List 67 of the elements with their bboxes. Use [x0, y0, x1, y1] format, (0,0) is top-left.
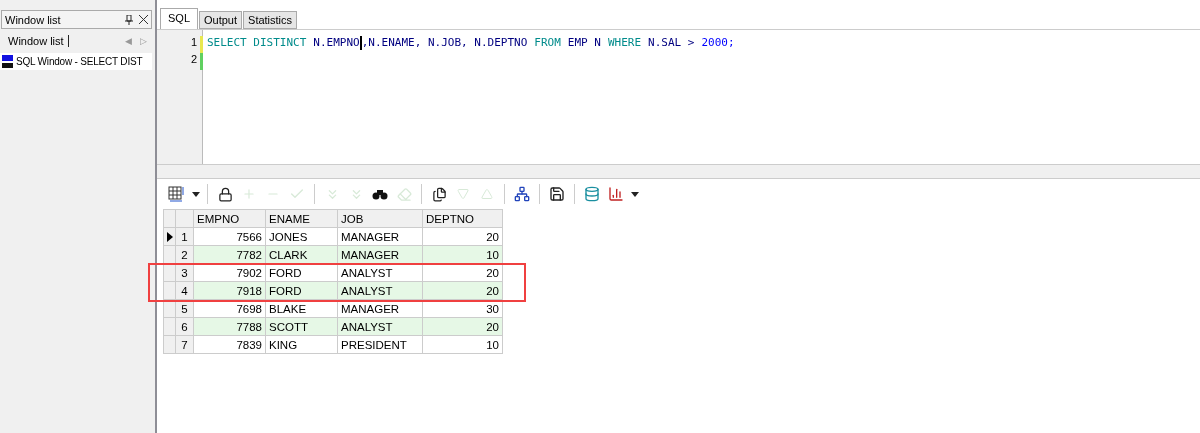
table-cell: 7839 [194, 336, 266, 354]
table-cell: 10 [423, 336, 503, 354]
table-cell: KING [266, 336, 338, 354]
row-indicator[interactable] [164, 228, 176, 246]
current-row-icon [166, 231, 173, 242]
tab[interactable]: Output [199, 11, 243, 29]
tree-icon [514, 186, 530, 202]
code-token: N.EMPNO [313, 36, 360, 51]
table-cell: FORD [266, 282, 338, 300]
table-cell: JONES [266, 228, 338, 246]
column-header[interactable]: ENAME [266, 210, 338, 228]
table-cell: 10 [423, 246, 503, 264]
down-triangle-icon [457, 188, 469, 200]
row-number: 4 [176, 282, 194, 300]
line-number: 2 [157, 53, 203, 70]
table-cell: ANALYST [338, 282, 423, 300]
table-cell: MANAGER [338, 246, 423, 264]
code-token: N.SAL > [648, 36, 695, 51]
table-cell: 7788 [194, 318, 266, 336]
code-token: EMP N [567, 36, 601, 51]
caret-icon [191, 191, 200, 197]
code-token: WHERE [607, 36, 642, 51]
documents-icon [431, 186, 447, 202]
window-list-tab[interactable]: Window list [8, 35, 69, 47]
toolbar-button[interactable] [547, 184, 567, 204]
toolbar-button[interactable] [512, 184, 532, 204]
close-icon[interactable] [139, 12, 148, 27]
row-number: 6 [176, 318, 194, 336]
pin-icon[interactable] [125, 14, 133, 25]
bar-chart-icon [608, 186, 624, 202]
line-number: 1 [157, 36, 203, 53]
save-icon [549, 186, 565, 202]
table-cell: CLARK [266, 246, 338, 264]
panel-title: Window list [5, 13, 62, 26]
table-cell: 20 [423, 282, 503, 300]
binoculars-icon [372, 188, 388, 200]
column-header[interactable]: EMPNO [194, 210, 266, 228]
table-cell: SCOTT [266, 318, 338, 336]
up-triangle-icon [481, 188, 493, 200]
eraser-icon [396, 186, 412, 202]
table-cell: 20 [423, 228, 503, 246]
column-header[interactable]: JOB [338, 210, 423, 228]
caret-icon [630, 191, 639, 197]
table-cell: ANALYST [338, 318, 423, 336]
tab[interactable]: Statistics [243, 11, 298, 29]
table-cell: 7566 [194, 228, 266, 246]
grid-icon [168, 186, 186, 202]
table-cell: 20 [423, 318, 503, 336]
code-token: 2000; [701, 36, 735, 51]
code-token: ,N.ENAME, N.JOB, N.DEPTNO [361, 36, 528, 51]
text-cursor [359, 36, 362, 50]
table-cell: 7918 [194, 282, 266, 300]
tab[interactable]: SQL [160, 8, 198, 29]
row-number: 1 [176, 228, 194, 246]
table-cell: 7782 [194, 246, 266, 264]
window-icon [2, 55, 13, 68]
database-icon [584, 186, 600, 202]
window-list-item[interactable]: SQL Window - SELECT DIST [0, 53, 152, 70]
table-cell: PRESIDENT [338, 336, 423, 354]
lock-icon [217, 186, 233, 202]
code-token: FROM [534, 36, 561, 51]
plus-icon [242, 187, 256, 201]
table-cell: MANAGER [338, 228, 423, 246]
row-number: 2 [176, 246, 194, 264]
code-token: SELECT DISTINCT [207, 36, 307, 51]
column-header[interactable]: DEPTNO [423, 210, 503, 228]
row-number: 7 [176, 336, 194, 354]
